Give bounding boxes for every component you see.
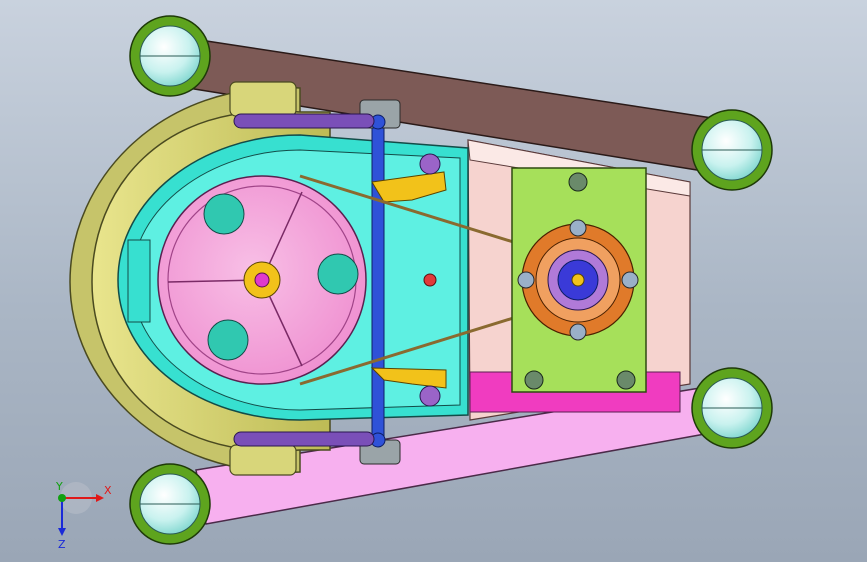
mount-hole — [419, 385, 441, 407]
wheel-bottom-right[interactable] — [691, 367, 773, 449]
drive-pulley[interactable] — [157, 175, 367, 385]
cad-viewport[interactable]: X Y Z — [0, 0, 867, 562]
triad-x-label: X — [104, 484, 112, 497]
coordinate-triad-icon: X Y Z — [55, 480, 112, 551]
handle-top[interactable] — [233, 113, 375, 129]
triad-y-label: Y — [55, 480, 63, 493]
wheel-top-right[interactable] — [691, 109, 773, 191]
wheel-top-left[interactable] — [129, 15, 211, 97]
mount-hole — [419, 153, 441, 175]
wheel-bottom-left[interactable] — [129, 463, 211, 545]
handle-bottom[interactable] — [233, 431, 375, 447]
red-screw-icon — [423, 273, 437, 287]
triad-z-label: Z — [58, 538, 66, 551]
